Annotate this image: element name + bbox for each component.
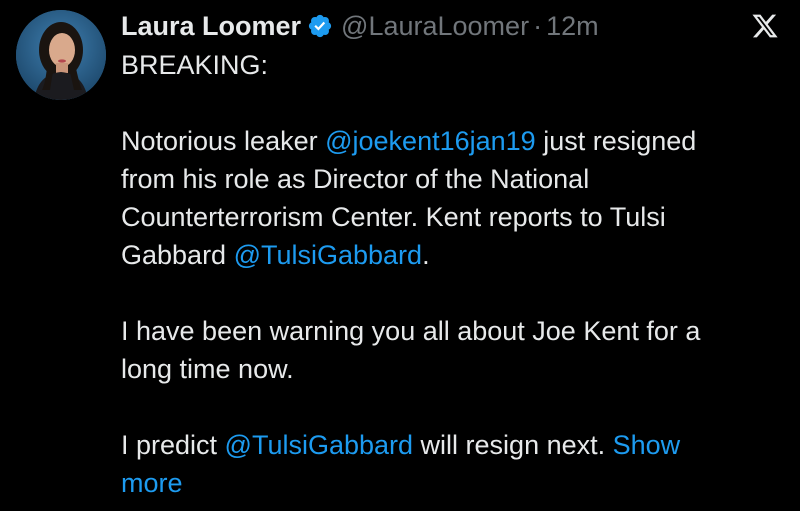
tweet-line: more <box>121 464 771 502</box>
tweet-paragraph: Gabbard @TulsiGabbard. <box>121 236 771 274</box>
display-name[interactable]: Laura Loomer <box>121 8 301 44</box>
text-segment: will resign next. <box>413 430 613 460</box>
verified-badge-icon <box>307 13 333 39</box>
tweet-line: long time now. <box>121 354 294 384</box>
text-segment: just resigned <box>535 126 697 156</box>
tweet-line: I have been warning you all about Joe Ke… <box>121 316 701 346</box>
avatar-photo <box>16 10 106 100</box>
tweet-paragraph: I predict @TulsiGabbard will resign next… <box>121 426 771 464</box>
tweet-header: Laura Loomer @LauraLoomer · 12m <box>121 8 599 44</box>
mention-link-tulsigabbard[interactable]: @TulsiGabbard <box>234 240 423 270</box>
avatar[interactable] <box>16 10 106 100</box>
text-segment: I predict <box>121 430 225 460</box>
text-segment: Notorious leaker <box>121 126 326 156</box>
show-more-link[interactable]: more <box>121 468 183 498</box>
separator-dot: · <box>533 11 543 41</box>
mention-link-tulsigabbard[interactable]: @TulsiGabbard <box>225 430 414 460</box>
tweet-line: from his role as Director of the Nationa… <box>121 164 590 194</box>
tweet-card[interactable]: Laura Loomer @LauraLoomer · 12m BREAKING… <box>0 0 800 511</box>
text-segment: . <box>422 240 430 270</box>
show-more-link[interactable]: Show <box>613 430 681 460</box>
tweet-text: BREAKING: Notorious leaker @joekent16jan… <box>121 46 771 502</box>
tweet-line: BREAKING: <box>121 50 269 80</box>
tweet-paragraph: Notorious leaker @joekent16jan19 just re… <box>121 122 771 160</box>
x-logo-icon <box>750 12 780 40</box>
text-segment: Gabbard <box>121 240 234 270</box>
tweet-line: Counterterrorism Center. Kent reports to… <box>121 202 666 232</box>
mention-link-joekent[interactable]: @joekent16jan19 <box>325 126 536 156</box>
user-handle[interactable]: @LauraLoomer <box>341 8 529 44</box>
timestamp[interactable]: 12m <box>546 8 599 44</box>
